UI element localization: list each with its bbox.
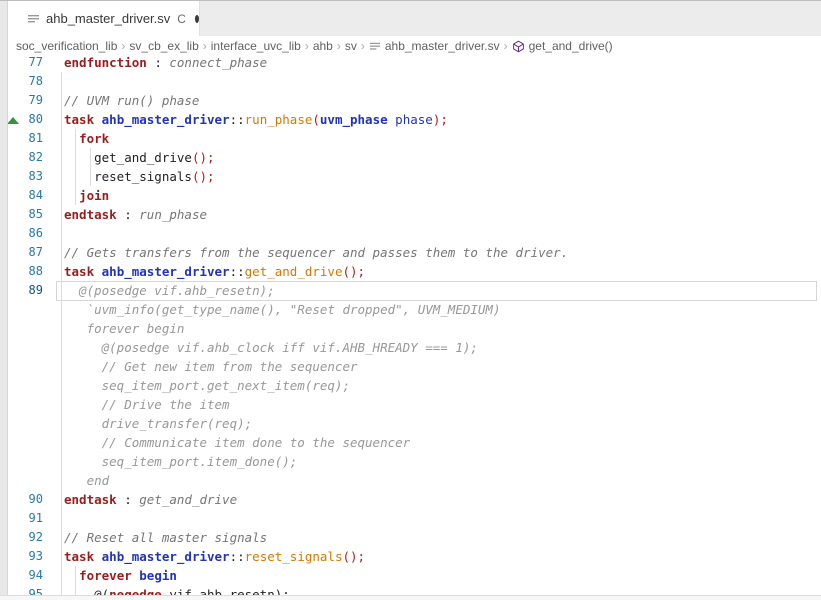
breadcrumb: soc_verification_lib › sv_cb_ex_lib › interf… [8,36,821,56]
line-number[interactable]: 94 [8,566,56,585]
code-line-79: 79// UVM run() phase [8,91,821,110]
breadcrumb-item-sv_cb_ex_lib[interactable]: sv_cb_ex_lib [129,39,198,53]
window-bottom-border [0,595,821,600]
code-line-94: 94 forever begin [8,566,821,585]
breadcrumb-item-symbol[interactable]: get_and_drive() [512,39,613,53]
line-number[interactable]: 79 [8,91,56,110]
file-icon [27,12,40,25]
code-text[interactable]: forever begin [56,319,184,338]
code-text[interactable]: @(posedge vif.ahb_clock iff vif.AHB_HREA… [56,338,478,357]
line-number[interactable]: 91 [8,509,56,528]
line-number[interactable]: 82 [8,148,56,167]
breadcrumb-separator: › [361,39,365,53]
breadcrumb-separator: › [337,39,341,53]
code-line-93: 93task ahb_master_driver::reset_signals(… [8,547,821,566]
code-text[interactable]: // Reset all master signals [56,528,267,547]
symbol-method-icon [512,40,525,53]
tab-bar: ahb_master_driver.sv C [8,1,821,36]
ghost-code-line: // Drive the item [8,395,821,414]
code-text[interactable]: seq_item_port.item_done(); [56,452,297,471]
code-line-84: 84 join [8,186,821,205]
code-line-92: 92// Reset all master signals [8,528,821,547]
breadcrumb-item-ahb[interactable]: ahb [313,39,333,53]
code-text[interactable]: join [56,186,109,205]
green-triangle-icon[interactable] [8,117,19,124]
panel-edge [0,1,8,600]
code-line-83: 83 reset_signals(); [8,167,821,186]
breadcrumb-separator: › [121,39,125,53]
code-text[interactable]: task ahb_master_driver::get_and_drive(); [56,262,365,281]
code-text[interactable]: // UVM run() phase [56,91,199,110]
line-number[interactable]: 87 [8,243,56,262]
code-text[interactable]: forever begin [56,566,177,585]
code-text[interactable]: // Communicate item done to the sequence… [56,433,410,452]
ghost-code-line: drive_transfer(req); [8,414,821,433]
breadcrumb-item-file[interactable]: ahb_master_driver.sv [369,39,500,53]
code-line-80: 80task ahb_master_driver::run_phase(uvm_… [8,110,821,129]
breadcrumb-separator: › [504,39,508,53]
unsaved-changes-dot[interactable] [195,15,199,23]
code-text[interactable]: drive_transfer(req); [56,414,252,433]
code-text[interactable]: @(posedge vif.ahb_resetn); [56,281,275,300]
code-text[interactable]: task ahb_master_driver::run_phase(uvm_ph… [56,110,448,129]
tab-ahb-master-driver[interactable]: ahb_master_driver.sv C [8,1,200,36]
code-line-87: 87// Gets transfers from the sequencer a… [8,243,821,262]
editor-viewport: 77endfunction : connect_phase7879// UVM … [8,56,821,596]
line-number[interactable]: 85 [8,205,56,224]
ghost-code-line: end [8,471,821,490]
code-text[interactable]: endtask : get_and_drive [56,490,237,509]
code-text[interactable]: reset_signals(); [56,167,215,186]
code-text[interactable]: // Get new item from the sequencer [56,357,358,376]
code-text[interactable]: endfunction : connect_phase [56,56,267,72]
tab-language-badge: C [177,12,186,26]
code-rows: 77endfunction : connect_phase7879// UVM … [8,56,821,596]
code-line-78: 78 [8,72,821,91]
code-text[interactable]: endtask : run_phase [56,205,207,224]
line-number[interactable]: 81 [8,129,56,148]
code-line-85: 85endtask : run_phase [8,205,821,224]
breadcrumb-separator: › [305,39,309,53]
line-number[interactable]: 77 [8,56,56,72]
ghost-code-line: seq_item_port.get_next_item(req); [8,376,821,395]
line-number[interactable]: 84 [8,186,56,205]
breadcrumb-item-interface_uvc_lib[interactable]: interface_uvc_lib [211,39,301,53]
line-number[interactable]: 86 [8,224,56,243]
line-number[interactable]: 92 [8,528,56,547]
code-line-91: 91 [8,509,821,528]
code-line-88: 88task ahb_master_driver::get_and_drive(… [8,262,821,281]
line-number[interactable]: 83 [8,167,56,186]
code-line-90: 90endtask : get_and_drive [8,490,821,509]
code-editor-window: ahb_master_driver.sv C soc_verification_… [0,0,821,600]
window-top-border [0,0,821,1]
code-line-89: 89 @(posedge vif.ahb_resetn); [8,281,821,300]
code-line-82: 82 get_and_drive(); [8,148,821,167]
breadcrumb-item-soc_verification_lib[interactable]: soc_verification_lib [16,39,117,53]
code-text[interactable]: fork [56,129,109,148]
file-icon [369,40,381,52]
code-text[interactable]: task ahb_master_driver::reset_signals(); [56,547,365,566]
ghost-code-line: seq_item_port.item_done(); [8,452,821,471]
code-text[interactable]: // Drive the item [56,395,230,414]
line-number[interactable]: 89 [8,281,56,300]
ghost-code-line: // Communicate item done to the sequence… [8,433,821,452]
code-text[interactable]: `uvm_info(get_type_name(), "Reset droppe… [56,300,501,319]
code-line-77: 77endfunction : connect_phase [8,56,821,72]
code-text[interactable]: // Gets transfers from the sequencer and… [56,243,568,262]
ghost-code-line: // Get new item from the sequencer [8,357,821,376]
code-text[interactable]: seq_item_port.get_next_item(req); [56,376,350,395]
line-number[interactable]: 78 [8,72,56,91]
line-number[interactable]: 88 [8,262,56,281]
line-number[interactable]: 93 [8,547,56,566]
line-number[interactable]: 90 [8,490,56,509]
code-line-86: 86 [8,224,821,243]
code-line-81: 81 fork [8,129,821,148]
ghost-code-line: `uvm_info(get_type_name(), "Reset droppe… [8,300,821,319]
tab-file-name: ahb_master_driver.sv [46,11,170,26]
code-text[interactable]: end [56,471,109,490]
breadcrumb-item-sv[interactable]: sv [345,39,357,53]
breadcrumb-separator: › [203,39,207,53]
code-text[interactable]: get_and_drive(); [56,148,215,167]
ghost-code-line: @(posedge vif.ahb_clock iff vif.AHB_HREA… [8,338,821,357]
ghost-code-line: forever begin [8,319,821,338]
